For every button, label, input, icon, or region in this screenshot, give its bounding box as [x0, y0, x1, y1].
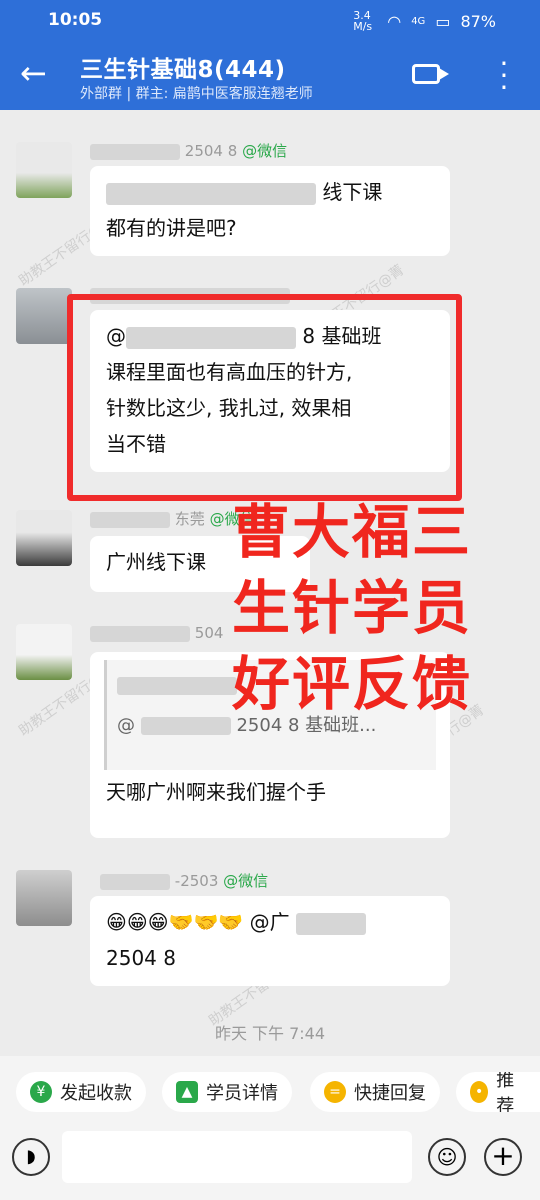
mention: @广 [249, 910, 290, 934]
quote-snippet: 2504 8 基础班... [236, 715, 377, 736]
avatar[interactable] [16, 624, 72, 680]
message-line: 2504 8 [106, 946, 176, 970]
sender-name: -2503 @微信 [100, 870, 268, 891]
promo-overlay-line: 好评反馈 [232, 650, 473, 718]
group-title: 三生针基础8(444) [80, 57, 286, 83]
network-indicator: 4G [411, 15, 426, 27]
message-bubble[interactable]: 😁😁😁🤝🤝🤝 @广 2504 8 [90, 896, 450, 986]
message-line: 都有的讲是吧? [106, 216, 237, 240]
student-details-button[interactable]: ▲ 学员详情 [162, 1072, 292, 1112]
recommend-button[interactable]: • 推荐 [456, 1072, 540, 1112]
sender-name: 东莞 @微信 [90, 508, 255, 529]
message-line: 😁😁😁🤝🤝🤝 @广 [106, 904, 434, 940]
chat-area[interactable]: 助教王不留行@菁 助教王不留行@菁 助教王不留行@菁 助教王不留行@菁 助教王不… [0, 110, 540, 1056]
back-arrow-icon[interactable]: ← [20, 54, 47, 92]
yuan-icon: ¥ [30, 1081, 52, 1103]
plus-icon[interactable]: + [484, 1138, 522, 1176]
avatar[interactable] [16, 510, 72, 566]
chat-header: ← 三生针基础8(444) 外部群 | 群主: 扁鹊中医客服连翘老师 · · · [0, 40, 540, 110]
message-text: 广州线下课 [106, 550, 206, 574]
quick-actions-bar: ¥ 发起收款 ▲ 学员详情 = 快捷回复 • 推荐 [0, 1056, 540, 1126]
person-icon: ▲ [176, 1081, 198, 1103]
message-bubble[interactable]: 线下课 都有的讲是吧? [90, 166, 450, 256]
emoji-icon[interactable]: ☺ [428, 1138, 466, 1176]
message-line: 线下课 [106, 174, 434, 210]
message-input[interactable] [62, 1131, 412, 1183]
voice-icon[interactable]: ◗ [12, 1138, 50, 1176]
group-subtitle: 外部群 | 群主: 扁鹊中医客服连翘老师 [80, 86, 313, 102]
time-separator: 昨天 下午 7:44 [214, 1024, 326, 1043]
input-bar: ◗ ☺ + [0, 1126, 540, 1200]
quick-reply-button[interactable]: = 快捷回复 [310, 1072, 440, 1112]
wifi-icon: ◠ [387, 11, 402, 31]
collect-payment-button[interactable]: ¥ 发起收款 [16, 1072, 146, 1112]
status-time: 10:05 [48, 10, 103, 30]
status-icons: 3.4 M/s ◠ 4G ▭ 87% [353, 10, 496, 32]
avatar[interactable] [16, 870, 72, 926]
avatar[interactable] [16, 288, 72, 344]
quote-mention: @ [117, 715, 135, 736]
recommend-icon: • [470, 1081, 489, 1103]
emoji-row: 😁😁😁🤝🤝🤝 [106, 910, 244, 934]
avatar[interactable] [16, 142, 72, 198]
highlight-box [67, 294, 462, 501]
battery-level: 87% [460, 11, 496, 31]
sender-name: 2504 8 @微信 [90, 140, 287, 161]
message-text: 天哪广州啊来我们握个手 [106, 780, 326, 804]
battery-icon: ▭ [435, 11, 451, 31]
speed-indicator: 3.4 M/s [353, 9, 373, 33]
reply-icon: = [324, 1081, 346, 1103]
more-menu-icon[interactable]: · · · [492, 50, 516, 102]
video-call-icon[interactable] [412, 64, 449, 84]
status-bar: 10:05 3.4 M/s ◠ 4G ▭ 87% [0, 0, 540, 40]
sender-name: 504 [90, 624, 223, 642]
promo-overlay-line: 生针学员 [232, 574, 473, 642]
promo-overlay-line: 曹大福三 [232, 498, 473, 566]
